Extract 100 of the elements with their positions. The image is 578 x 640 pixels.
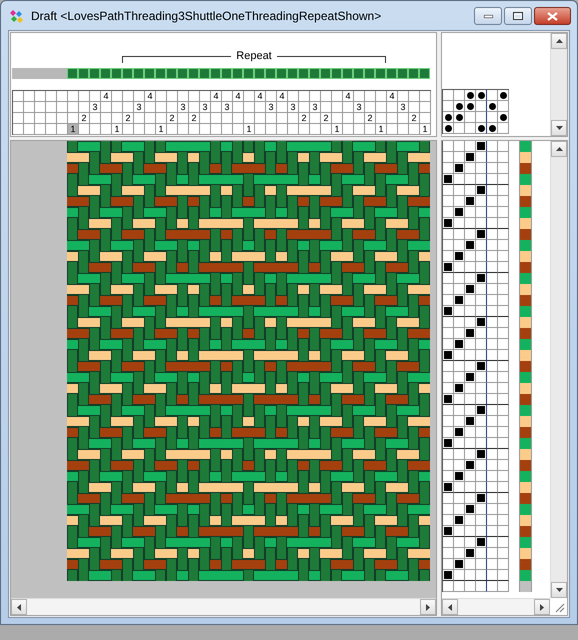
tieup-cell[interactable] — [454, 101, 465, 112]
treadling-cell[interactable] — [465, 185, 476, 196]
threading-number[interactable]: 4 — [211, 91, 221, 101]
weft-color-swatch[interactable] — [520, 515, 531, 526]
treadling-cell[interactable] — [454, 185, 465, 196]
treadling-cell[interactable] — [443, 273, 454, 284]
treadling-cell[interactable] — [498, 339, 509, 350]
scroll-down-button[interactable] — [551, 120, 567, 136]
treadling-cell[interactable] — [454, 449, 465, 460]
treadling-cell[interactable] — [465, 383, 476, 394]
warp-color-cell[interactable] — [408, 68, 419, 79]
treadling-cell[interactable] — [465, 240, 476, 251]
weft-color-swatch[interactable] — [520, 295, 531, 306]
treadling-cell[interactable] — [498, 515, 509, 526]
threading-number[interactable]: 3 — [90, 102, 100, 112]
warp-color-cell[interactable] — [320, 68, 331, 79]
threading-number[interactable]: 1 — [244, 124, 254, 134]
weft-color-swatch[interactable] — [520, 394, 531, 405]
treadling-cell[interactable] — [486, 537, 498, 548]
treadling-cell[interactable] — [465, 196, 476, 207]
treadling-cell[interactable] — [498, 317, 509, 328]
treadling-cell[interactable] — [486, 460, 498, 471]
weft-color-swatch[interactable] — [520, 240, 531, 251]
weft-color-swatch[interactable] — [520, 559, 531, 570]
treadling-cell[interactable] — [465, 515, 476, 526]
weft-color-swatch[interactable] — [520, 339, 531, 350]
treadling-cell[interactable] — [465, 372, 476, 383]
weft-color-swatch[interactable] — [520, 317, 531, 328]
treadling-cell[interactable] — [443, 581, 454, 592]
weft-color-swatch[interactable] — [520, 207, 531, 218]
tieup-cell[interactable] — [465, 112, 476, 123]
treadling-cell[interactable] — [498, 504, 509, 515]
treadling-cell[interactable] — [454, 438, 465, 449]
treadling-cell[interactable] — [498, 449, 509, 460]
treadling-cell[interactable] — [486, 328, 498, 339]
treadling-cell[interactable] — [498, 427, 509, 438]
treadling-cell[interactable] — [465, 361, 476, 372]
tieup-cell[interactable] — [476, 123, 487, 134]
treadling-cell[interactable] — [443, 427, 454, 438]
warp-color-cell[interactable] — [397, 68, 408, 79]
warp-color-cell[interactable] — [342, 68, 353, 79]
treadling-cell[interactable] — [454, 460, 465, 471]
threading-number[interactable]: 3 — [398, 102, 408, 112]
treadling-cell[interactable] — [465, 262, 476, 273]
treadling-cell[interactable] — [454, 350, 465, 361]
treadling-cell[interactable] — [443, 471, 454, 482]
treadling-cell[interactable] — [465, 504, 476, 515]
treadling-cell[interactable] — [486, 196, 498, 207]
warp-color-cell[interactable] — [100, 68, 111, 79]
treadling-cell[interactable] — [498, 537, 509, 548]
treadling-cell[interactable] — [454, 548, 465, 559]
treadling-cell[interactable] — [486, 372, 498, 383]
treadling-cell[interactable] — [443, 295, 454, 306]
treadling-cell[interactable] — [454, 515, 465, 526]
treadling-cell[interactable] — [498, 306, 509, 317]
treadling-cell[interactable] — [454, 262, 465, 273]
treadling-cell[interactable] — [443, 493, 454, 504]
treadling-cell[interactable] — [443, 526, 454, 537]
treadling-cell[interactable] — [454, 295, 465, 306]
tieup-cell[interactable] — [486, 123, 498, 134]
weft-color-swatch[interactable] — [520, 427, 531, 438]
treadling-cell[interactable] — [465, 581, 476, 592]
weft-color-swatch[interactable] — [520, 284, 531, 295]
treadling-cell[interactable] — [465, 174, 476, 185]
threading-number[interactable]: 2 — [409, 113, 419, 123]
warp-color-cell[interactable] — [188, 68, 199, 79]
treadling-cell[interactable] — [465, 548, 476, 559]
treadling-cell[interactable] — [476, 317, 487, 328]
threading-number[interactable]: 3 — [266, 102, 276, 112]
treadling-cell[interactable] — [465, 526, 476, 537]
tieup-cell[interactable] — [498, 101, 509, 112]
treadling-cell[interactable] — [454, 570, 465, 581]
treadling-cell[interactable] — [454, 405, 465, 416]
weft-color-swatch[interactable] — [520, 416, 531, 427]
treadling-cell[interactable] — [465, 295, 476, 306]
treadling-cell[interactable] — [498, 185, 509, 196]
weft-color-swatch[interactable] — [520, 328, 531, 339]
treadling-cell[interactable] — [454, 482, 465, 493]
treadling-cell[interactable] — [498, 174, 509, 185]
treadling-cell[interactable] — [443, 240, 454, 251]
treadling-cell[interactable] — [443, 328, 454, 339]
threading-number[interactable]: 3 — [354, 102, 364, 112]
treadling-cell[interactable] — [465, 427, 476, 438]
treadling-cell[interactable] — [443, 339, 454, 350]
treadling-cell[interactable] — [498, 196, 509, 207]
treadling-cell[interactable] — [443, 141, 454, 152]
treadling-cell[interactable] — [498, 559, 509, 570]
treadling-cell[interactable] — [476, 273, 487, 284]
treadling-cell[interactable] — [443, 207, 454, 218]
treadling-cell[interactable] — [486, 295, 498, 306]
tieup-cell[interactable] — [454, 90, 465, 101]
scroll-right-button[interactable] — [420, 599, 436, 615]
warp-color-cell[interactable] — [111, 68, 122, 79]
treadling-cell[interactable] — [476, 361, 487, 372]
treadling-cell[interactable] — [465, 273, 476, 284]
tieup-cell[interactable] — [486, 101, 498, 112]
threading-number[interactable]: 2 — [321, 113, 331, 123]
treadling-cell[interactable] — [486, 218, 498, 229]
warp-color-cell[interactable] — [67, 68, 78, 79]
treadling-cell[interactable] — [443, 350, 454, 361]
